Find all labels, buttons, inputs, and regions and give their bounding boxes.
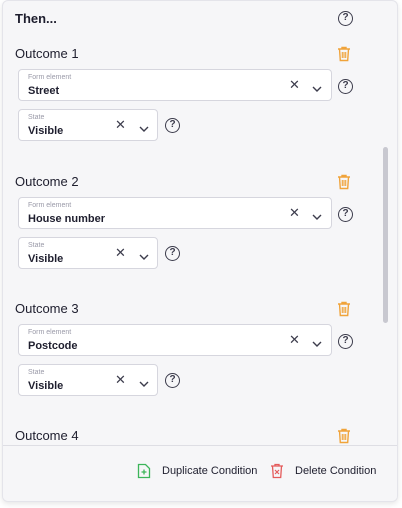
delete-icon bbox=[270, 463, 284, 479]
state-label: State bbox=[28, 369, 45, 376]
state-value: Visible bbox=[28, 253, 64, 265]
outcome-2: Outcome 2 Form element House number ✕ ? … bbox=[15, 174, 385, 274]
trash-icon[interactable] bbox=[337, 428, 351, 444]
duplicate-condition-button[interactable]: Duplicate Condition bbox=[137, 461, 257, 481]
chevron-down-icon[interactable] bbox=[139, 375, 149, 387]
chevron-down-icon[interactable] bbox=[312, 335, 322, 347]
outcome-title: Outcome 1 bbox=[15, 46, 79, 61]
form-element-label: Form element bbox=[28, 74, 72, 81]
then-header: Then... ? bbox=[15, 9, 385, 29]
help-icon[interactable]: ? bbox=[338, 334, 353, 349]
condition-panel: Then... ? Outcome 1 Form element Street … bbox=[2, 0, 398, 502]
help-icon[interactable]: ? bbox=[165, 373, 180, 388]
form-element-value: House number bbox=[28, 213, 106, 225]
help-icon[interactable]: ? bbox=[338, 207, 353, 222]
outcome-4: Outcome 4 bbox=[15, 428, 385, 445]
outcome-title: Outcome 4 bbox=[15, 428, 79, 443]
chevron-down-icon[interactable] bbox=[312, 208, 322, 220]
delete-condition-button[interactable]: Delete Condition bbox=[270, 461, 376, 481]
outcome-title: Outcome 2 bbox=[15, 174, 79, 189]
outcome-3: Outcome 3 Form element Postcode ✕ ? Stat… bbox=[15, 301, 385, 401]
form-element-value: Postcode bbox=[28, 340, 78, 352]
clear-icon[interactable]: ✕ bbox=[289, 78, 300, 91]
duplicate-condition-label: Duplicate Condition bbox=[162, 465, 258, 477]
clear-icon[interactable]: ✕ bbox=[289, 333, 300, 346]
form-element-label: Form element bbox=[28, 202, 72, 209]
help-icon[interactable]: ? bbox=[338, 11, 353, 26]
state-label: State bbox=[28, 114, 45, 121]
state-select[interactable]: State Visible ✕ bbox=[18, 237, 158, 269]
chevron-down-icon[interactable] bbox=[139, 248, 149, 260]
trash-icon[interactable] bbox=[337, 301, 351, 317]
form-element-select[interactable]: Form element Postcode ✕ bbox=[18, 324, 332, 356]
state-value: Visible bbox=[28, 125, 64, 137]
clear-icon[interactable]: ✕ bbox=[115, 246, 126, 259]
help-icon[interactable]: ? bbox=[338, 79, 353, 94]
scrollbar-thumb[interactable] bbox=[383, 147, 388, 323]
then-title: Then... bbox=[15, 11, 57, 26]
condition-footer: Duplicate Condition Delete Condition bbox=[3, 445, 397, 501]
outcomes-scroll-area[interactable]: Then... ? Outcome 1 Form element Street … bbox=[3, 1, 397, 445]
form-element-select[interactable]: Form element House number ✕ bbox=[18, 197, 332, 229]
state-label: State bbox=[28, 242, 45, 249]
help-icon[interactable]: ? bbox=[165, 246, 180, 261]
state-select[interactable]: State Visible ✕ bbox=[18, 109, 158, 141]
form-element-label: Form element bbox=[28, 329, 72, 336]
form-element-select[interactable]: Form element Street ✕ bbox=[18, 69, 332, 101]
clear-icon[interactable]: ✕ bbox=[115, 373, 126, 386]
duplicate-icon bbox=[137, 463, 151, 479]
chevron-down-icon[interactable] bbox=[139, 120, 149, 132]
trash-icon[interactable] bbox=[337, 46, 351, 62]
form-element-value: Street bbox=[28, 85, 60, 97]
state-value: Visible bbox=[28, 380, 64, 392]
clear-icon[interactable]: ✕ bbox=[289, 206, 300, 219]
trash-icon[interactable] bbox=[337, 174, 351, 190]
clear-icon[interactable]: ✕ bbox=[115, 118, 126, 131]
outcome-1: Outcome 1 Form element Street ✕ ? State … bbox=[15, 46, 385, 146]
help-icon[interactable]: ? bbox=[165, 118, 180, 133]
chevron-down-icon[interactable] bbox=[312, 80, 322, 92]
delete-condition-label: Delete Condition bbox=[295, 465, 377, 477]
outcome-title: Outcome 3 bbox=[15, 301, 79, 316]
state-select[interactable]: State Visible ✕ bbox=[18, 364, 158, 396]
